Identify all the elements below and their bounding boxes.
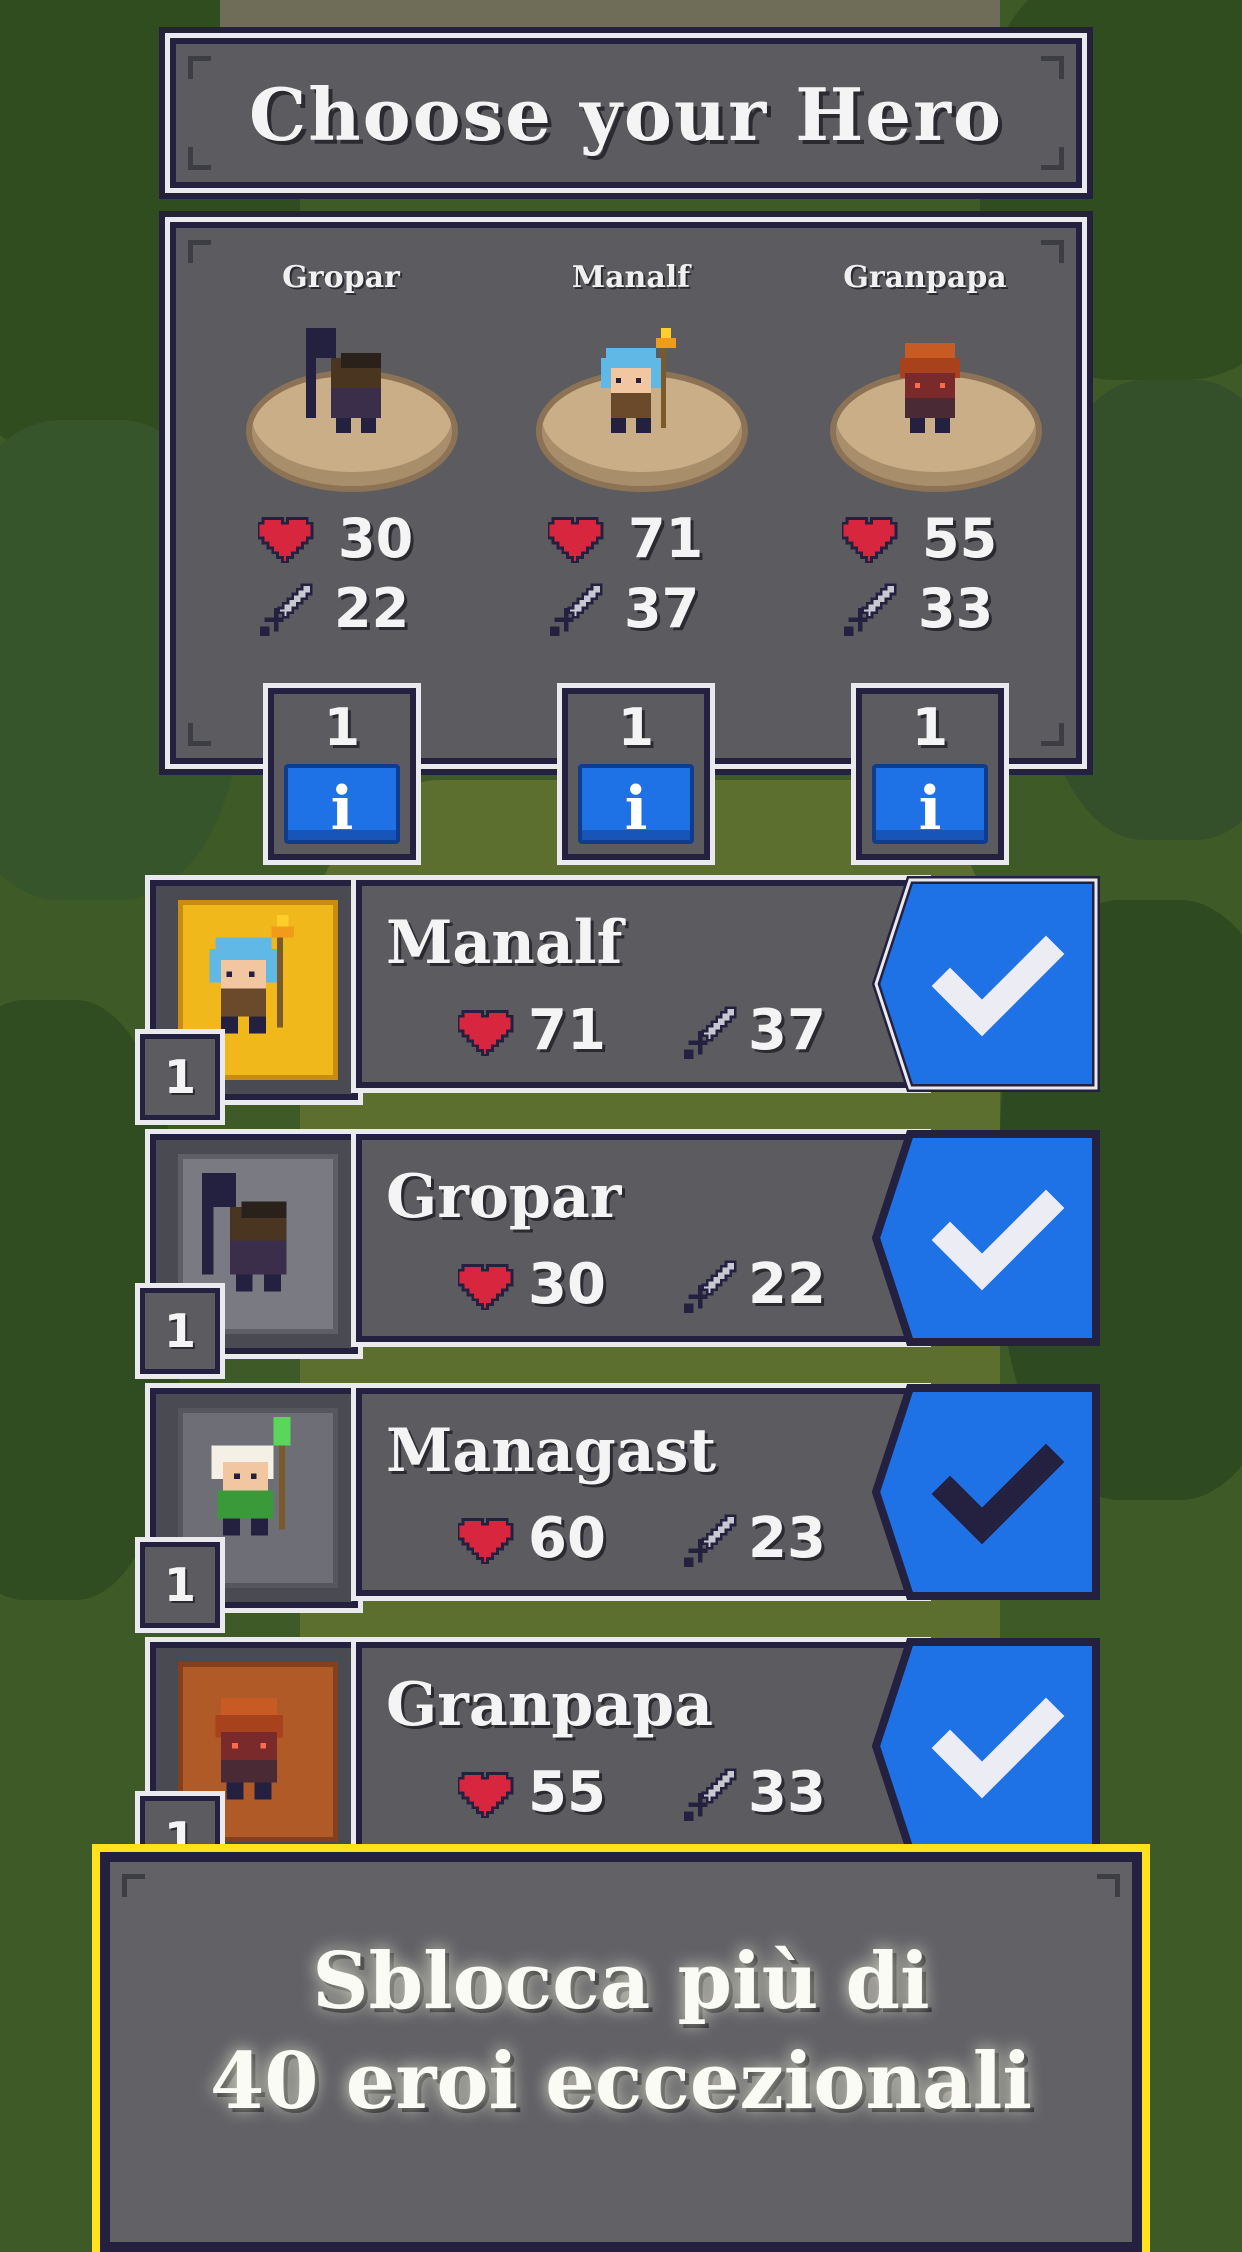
manalf-sprite-icon (601, 328, 676, 433)
manalf-sprite-icon (209, 915, 294, 1034)
hp-stat: 60 (458, 1506, 606, 1571)
hp-value: 30 (338, 506, 414, 570)
granpapa-sprite-icon (215, 1698, 283, 1800)
heart-icon (258, 516, 314, 563)
granpapa-sprite-icon (900, 343, 960, 433)
hero-name: Manalf (386, 908, 623, 978)
heart-icon (458, 1009, 514, 1056)
hp-value: 71 (528, 998, 606, 1063)
team-slot-granpapa: Granpapa 55 33 (780, 228, 1070, 758)
info-box-gropar: 1 i (268, 688, 416, 860)
attack-stat: 23 (682, 1506, 826, 1571)
hp-stat: 55 (458, 1760, 606, 1825)
heart-icon (842, 516, 898, 563)
hero-info: Granpapa 55 33 (356, 1642, 926, 1850)
title-panel: Choose your Hero (165, 33, 1087, 193)
sword-icon (844, 583, 897, 636)
hero-info: Manalf 71 37 (356, 880, 926, 1088)
hero-row-gropar[interactable]: 1 Gropar 30 22 (140, 1130, 1100, 1374)
promo-text: Sblocca più di 40 eroi eccezionali (110, 1932, 1132, 2132)
hero-name: Granpapa (386, 1670, 714, 1740)
sword-icon (684, 1259, 737, 1313)
promo-line-2: 40 eroi eccezionali (210, 2036, 1032, 2127)
hp-stat: 30 (458, 1252, 606, 1317)
team-slot-name: Manalf (571, 260, 691, 295)
page-title: Choose your Hero (248, 72, 1004, 157)
hero-portrait: 1 (140, 1134, 358, 1374)
select-checkbox[interactable] (870, 1128, 1102, 1348)
attack-value: 22 (334, 576, 410, 640)
attack-value: 37 (624, 576, 700, 640)
level-label: 1 (911, 698, 949, 758)
attack-value: 37 (748, 998, 826, 1063)
level-badge: 1 (140, 1542, 220, 1628)
attack-value: 22 (748, 1252, 826, 1317)
hp-row: 30 (258, 507, 413, 570)
attack-row: 37 (548, 577, 699, 640)
attack-value: 33 (748, 1760, 826, 1825)
info-button[interactable]: i (284, 764, 400, 844)
hp-value: 71 (628, 506, 704, 570)
hero-row-managast[interactable]: 1 Managast 60 23 (140, 1384, 1100, 1628)
hero-portrait: 1 (140, 1642, 358, 1882)
hero-portrait: 1 (140, 1388, 358, 1628)
team-panel: Gropar 30 22 Manalf 71 37 Granpapa 55 33… (165, 217, 1087, 860)
sword-icon (684, 1767, 737, 1821)
hero-name: Managast (386, 1416, 717, 1486)
level-badge: 1 (140, 1034, 220, 1120)
promo-line-1: Sblocca più di (312, 1936, 930, 2027)
promo-banner: Sblocca più di 40 eroi eccezionali (100, 1852, 1142, 2252)
hp-row: 71 (548, 507, 703, 570)
hero-info: Gropar 30 22 (356, 1134, 926, 1342)
sword-icon (260, 583, 313, 636)
hp-value: 55 (528, 1760, 606, 1825)
sword-icon (684, 1005, 737, 1059)
heart-icon (458, 1771, 514, 1818)
info-icon: i (624, 774, 648, 844)
team-slot-name: Granpapa (843, 260, 1007, 295)
info-icon: i (330, 774, 354, 844)
level-label: 1 (323, 698, 361, 758)
team-slot-gropar: Gropar 30 22 (196, 228, 486, 758)
hero-name: Gropar (386, 1162, 622, 1232)
sword-icon (684, 1513, 737, 1567)
hp-value: 30 (528, 1252, 606, 1317)
team-slot-manalf: Manalf 71 37 (486, 228, 776, 758)
info-button[interactable]: i (872, 764, 988, 844)
attack-value: 33 (918, 576, 994, 640)
attack-row: 22 (258, 577, 409, 640)
sword-icon (550, 583, 603, 636)
hp-value: 55 (922, 506, 998, 570)
attack-stat: 33 (682, 1760, 826, 1825)
heart-icon (458, 1263, 514, 1310)
select-checkbox[interactable] (870, 1636, 1102, 1856)
level-label: 1 (617, 698, 655, 758)
heart-icon (458, 1517, 514, 1564)
hp-stat: 71 (458, 998, 606, 1063)
team-slot-name: Gropar (282, 260, 400, 295)
level-badge: 1 (140, 1288, 220, 1374)
hp-value: 60 (528, 1506, 606, 1571)
select-checkbox[interactable] (870, 1382, 1102, 1602)
managast-sprite-icon (211, 1417, 291, 1536)
attack-row: 33 (842, 577, 993, 640)
hero-info: Managast 60 23 (356, 1388, 926, 1596)
attack-value: 23 (748, 1506, 826, 1571)
hero-row-granpapa[interactable]: 1 Granpapa 55 33 (140, 1638, 1100, 1882)
hero-portrait: 1 (140, 880, 358, 1120)
hp-row: 55 (842, 507, 997, 570)
info-box-granpapa: 1 i (856, 688, 1004, 860)
info-button[interactable]: i (578, 764, 694, 844)
select-checkbox[interactable] (870, 874, 1102, 1094)
gropar-sprite-icon (306, 328, 381, 433)
gropar-sprite-icon (202, 1173, 287, 1292)
hero-row-manalf[interactable]: 1 Manalf 71 37 (140, 876, 1100, 1120)
info-box-manalf: 1 i (562, 688, 710, 860)
attack-stat: 37 (682, 998, 826, 1063)
attack-stat: 22 (682, 1252, 826, 1317)
info-icon: i (918, 774, 942, 844)
heart-icon (548, 516, 604, 563)
